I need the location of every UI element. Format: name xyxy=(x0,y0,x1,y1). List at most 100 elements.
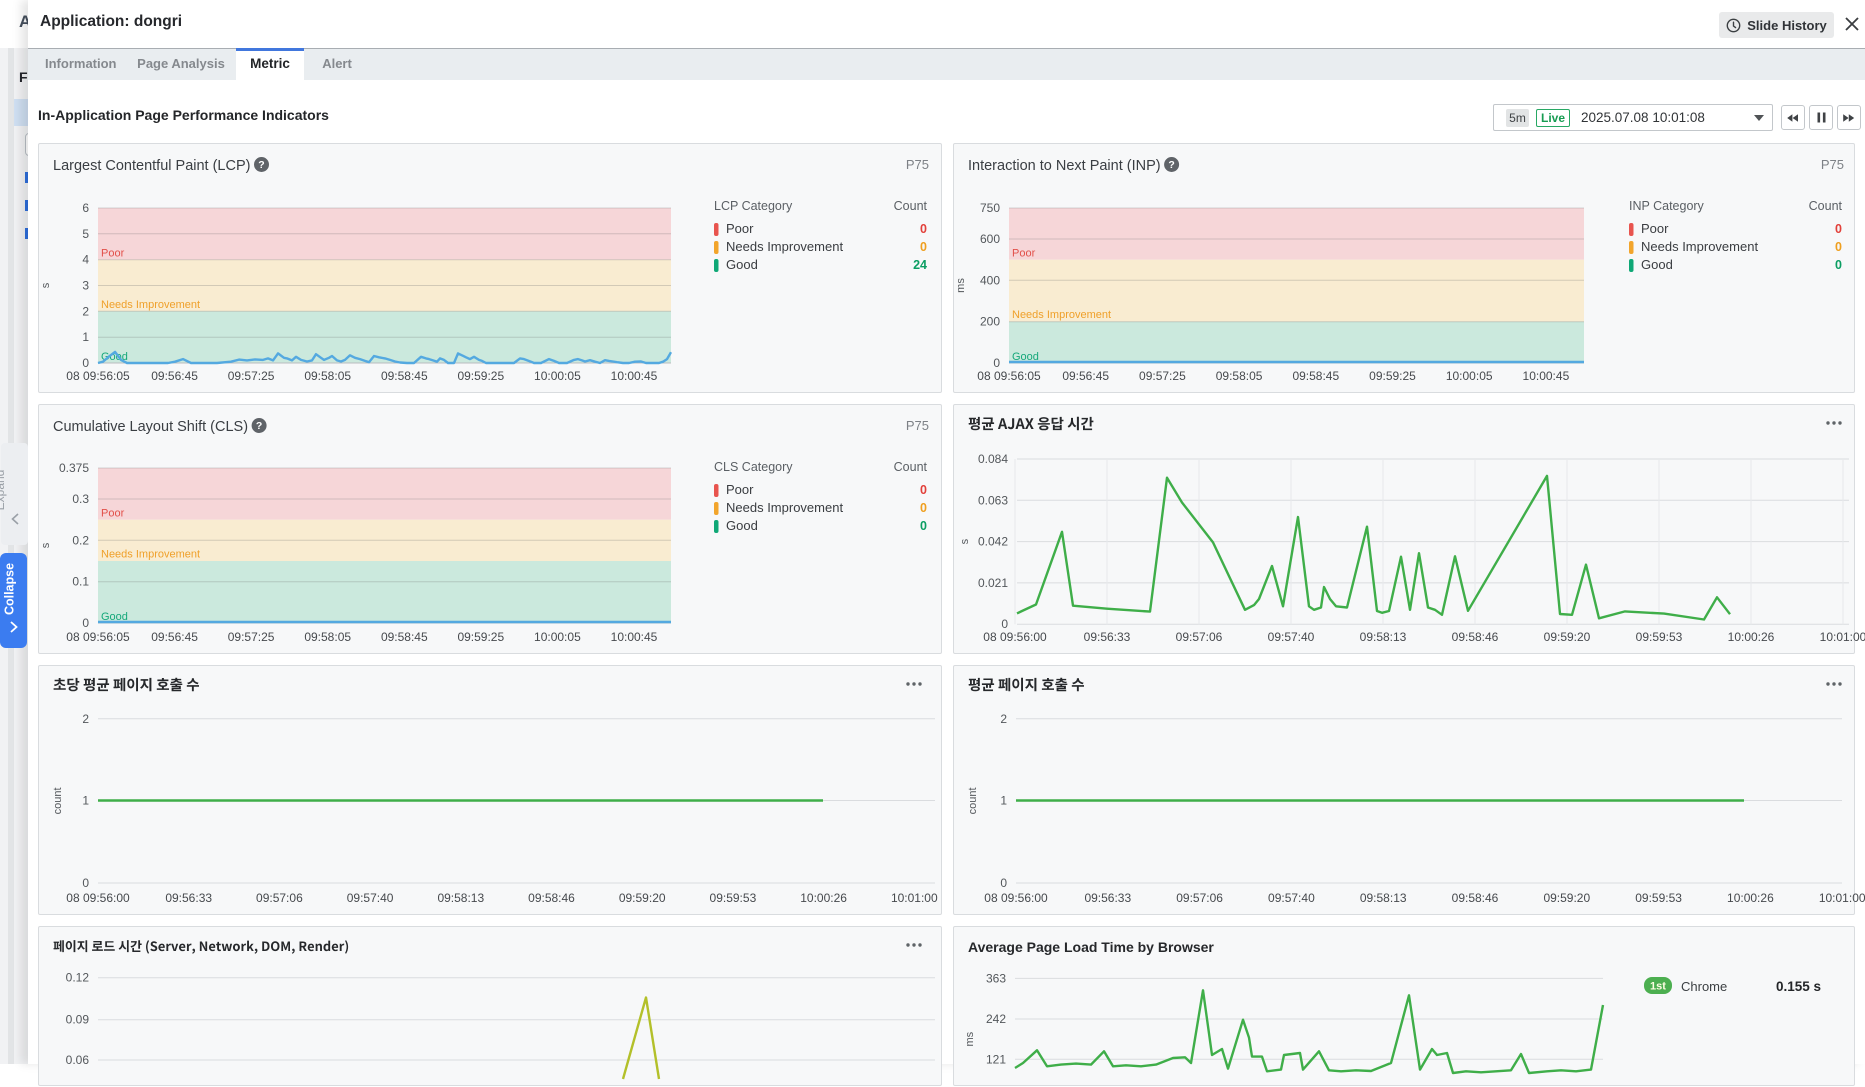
svg-text:LCP Category: LCP Category xyxy=(714,199,793,213)
svg-text:09:56:33: 09:56:33 xyxy=(1084,891,1131,905)
svg-text:242: 242 xyxy=(986,1012,1006,1026)
svg-text:10:00:26: 10:00:26 xyxy=(800,891,847,905)
svg-text:0.155 s: 0.155 s xyxy=(1776,979,1821,994)
svg-text:INP Category: INP Category xyxy=(1629,199,1705,213)
svg-text:s: s xyxy=(959,538,971,544)
svg-text:0: 0 xyxy=(82,356,89,370)
svg-text:09:59:25: 09:59:25 xyxy=(1369,369,1416,383)
svg-text:Needs Improvement: Needs Improvement xyxy=(101,299,200,311)
svg-text:Poor: Poor xyxy=(726,482,754,497)
svg-text:Good: Good xyxy=(726,518,758,533)
svg-text:08 09:56:05: 08 09:56:05 xyxy=(66,369,130,383)
svg-text:Cumulative Layout Shift (CLS): Cumulative Layout Shift (CLS) xyxy=(53,419,248,435)
svg-text:Count: Count xyxy=(894,460,928,474)
svg-text:10:00:45: 10:00:45 xyxy=(611,369,658,383)
svg-text:10:01:00: 10:01:00 xyxy=(891,891,938,905)
svg-text:09:58:46: 09:58:46 xyxy=(528,891,575,905)
svg-text:10:00:45: 10:00:45 xyxy=(611,630,658,644)
svg-text:P75: P75 xyxy=(906,157,929,172)
svg-text:10:00:26: 10:00:26 xyxy=(1728,630,1775,644)
svg-text:750: 750 xyxy=(980,201,1000,215)
svg-text:0.1: 0.1 xyxy=(72,575,89,589)
svg-text:0.084: 0.084 xyxy=(978,452,1008,466)
svg-text:Poor: Poor xyxy=(1641,221,1669,236)
svg-text:2: 2 xyxy=(1000,712,1007,726)
svg-text:0.021: 0.021 xyxy=(978,576,1008,590)
svg-text:Needs Improvement: Needs Improvement xyxy=(101,549,200,561)
svg-text:0.12: 0.12 xyxy=(66,971,90,985)
svg-text:09:56:45: 09:56:45 xyxy=(151,630,198,644)
svg-text:0: 0 xyxy=(1835,222,1842,236)
svg-text:0: 0 xyxy=(82,876,89,890)
svg-text:Good: Good xyxy=(1641,257,1673,272)
svg-text:09:59:25: 09:59:25 xyxy=(457,630,504,644)
svg-text:?: ? xyxy=(256,420,262,432)
svg-text:Chrome: Chrome xyxy=(1681,979,1727,994)
svg-text:CLS Category: CLS Category xyxy=(714,460,793,474)
svg-text:count: count xyxy=(967,787,979,814)
svg-text:10:01:00: 10:01:00 xyxy=(1819,891,1865,905)
svg-text:09:56:33: 09:56:33 xyxy=(1084,630,1131,644)
svg-text:0.375: 0.375 xyxy=(59,461,89,475)
svg-text:0: 0 xyxy=(920,519,927,533)
svg-text:0: 0 xyxy=(1835,240,1842,254)
svg-text:Count: Count xyxy=(894,199,928,213)
svg-text:09:57:25: 09:57:25 xyxy=(228,369,275,383)
svg-text:08 09:56:05: 08 09:56:05 xyxy=(66,630,130,644)
svg-text:4: 4 xyxy=(82,253,89,267)
svg-text:10:00:05: 10:00:05 xyxy=(534,630,581,644)
svg-text:1: 1 xyxy=(82,794,89,808)
svg-text:0: 0 xyxy=(1835,258,1842,272)
svg-text:6: 6 xyxy=(82,201,89,215)
svg-text:?: ? xyxy=(258,159,264,171)
svg-text:Interaction to Next Paint (INP: Interaction to Next Paint (INP) xyxy=(968,158,1161,174)
svg-text:09:59:20: 09:59:20 xyxy=(1544,630,1591,644)
svg-text:09:56:45: 09:56:45 xyxy=(1062,369,1109,383)
svg-text:Poor: Poor xyxy=(101,248,125,260)
svg-text:09:57:40: 09:57:40 xyxy=(1268,891,1315,905)
svg-text:Good: Good xyxy=(726,257,758,272)
svg-text:09:58:13: 09:58:13 xyxy=(437,891,484,905)
svg-text:0.042: 0.042 xyxy=(978,535,1008,549)
svg-text:09:59:53: 09:59:53 xyxy=(710,891,757,905)
svg-text:600: 600 xyxy=(980,232,1000,246)
svg-text:09:58:46: 09:58:46 xyxy=(1452,891,1499,905)
svg-text:s: s xyxy=(40,282,52,288)
svg-text:0.06: 0.06 xyxy=(66,1053,90,1067)
svg-text:363: 363 xyxy=(986,971,1006,985)
svg-text:Poor: Poor xyxy=(101,508,125,520)
svg-text:Count: Count xyxy=(1809,199,1843,213)
svg-text:09:58:05: 09:58:05 xyxy=(1216,369,1263,383)
svg-text:Poor: Poor xyxy=(1012,248,1036,260)
svg-text:s: s xyxy=(40,542,52,548)
svg-text:0.063: 0.063 xyxy=(978,493,1008,507)
svg-text:08 09:56:00: 08 09:56:00 xyxy=(984,891,1048,905)
svg-text:10:00:05: 10:00:05 xyxy=(534,369,581,383)
svg-text:08 09:56:00: 08 09:56:00 xyxy=(983,630,1047,644)
svg-text:09:56:33: 09:56:33 xyxy=(165,891,212,905)
svg-text:09:57:25: 09:57:25 xyxy=(228,630,275,644)
svg-text:1: 1 xyxy=(1000,794,1007,808)
svg-text:P75: P75 xyxy=(1821,157,1844,172)
svg-text:09:59:20: 09:59:20 xyxy=(619,891,666,905)
svg-text:09:57:06: 09:57:06 xyxy=(1176,891,1223,905)
svg-text:09:58:13: 09:58:13 xyxy=(1360,630,1407,644)
svg-text:09:57:40: 09:57:40 xyxy=(347,891,394,905)
svg-text:121: 121 xyxy=(986,1052,1006,1066)
svg-text:0.2: 0.2 xyxy=(72,533,89,547)
svg-text:10:01:00: 10:01:00 xyxy=(1820,630,1865,644)
svg-text:09:57:40: 09:57:40 xyxy=(1268,630,1315,644)
svg-text:09:59:25: 09:59:25 xyxy=(457,369,504,383)
svg-text:2: 2 xyxy=(82,304,89,318)
svg-text:09:59:53: 09:59:53 xyxy=(1636,630,1683,644)
svg-text:0.09: 0.09 xyxy=(66,1013,90,1027)
svg-text:1: 1 xyxy=(82,330,89,344)
svg-text:09:59:53: 09:59:53 xyxy=(1635,891,1682,905)
svg-text:09:57:06: 09:57:06 xyxy=(1176,630,1223,644)
svg-text:Collapse: Collapse xyxy=(3,563,17,615)
svg-text:09:58:13: 09:58:13 xyxy=(1360,891,1407,905)
svg-text:Poor: Poor xyxy=(726,221,754,236)
svg-text:Expand: Expand xyxy=(0,470,7,511)
svg-text:09:58:05: 09:58:05 xyxy=(304,369,351,383)
svg-text:0.3: 0.3 xyxy=(72,492,89,506)
